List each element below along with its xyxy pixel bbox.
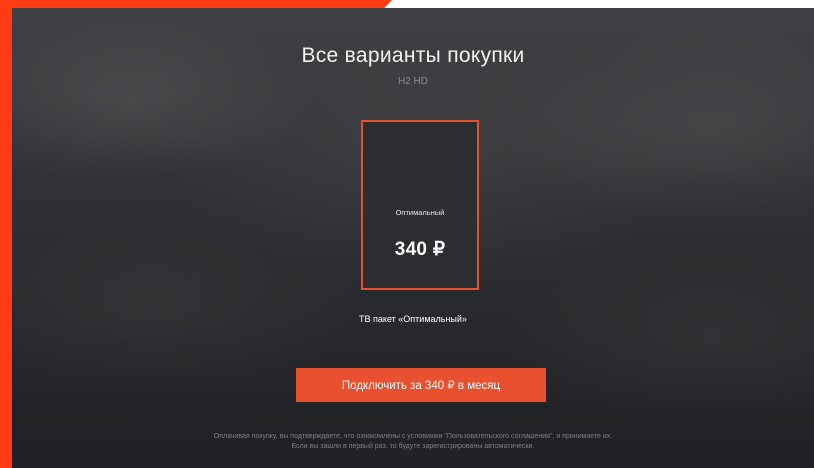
- offer-card-name: Оптимальный: [395, 208, 445, 217]
- disclaimer-line-1: Оплачивая покупку, вы подтверждаете, что…: [213, 433, 613, 440]
- channel-name: H2 HD: [397, 76, 428, 87]
- subscribe-button[interactable]: Подключить за 340 ₽ в месяц: [296, 368, 546, 402]
- disclaimer: Оплачивая покупку, вы подтверждаете, что…: [12, 432, 814, 452]
- offer-card-price: 340 ₽: [394, 239, 446, 260]
- top-stripe: [0, 0, 814, 8]
- offer-card-optimal[interactable]: Оптимальный 340 ₽: [361, 120, 479, 290]
- top-stripe-accent: [0, 0, 392, 8]
- disclaimer-line-2: Если вы зашли в первый раз, то будуте за…: [291, 443, 535, 450]
- page-title: Все варианты покупки: [301, 44, 525, 67]
- purchase-options-screen: Все варианты покупки H2 HD Оптимальный 3…: [12, 8, 814, 468]
- package-label: ТВ пакет «Оптимальный»: [359, 314, 467, 324]
